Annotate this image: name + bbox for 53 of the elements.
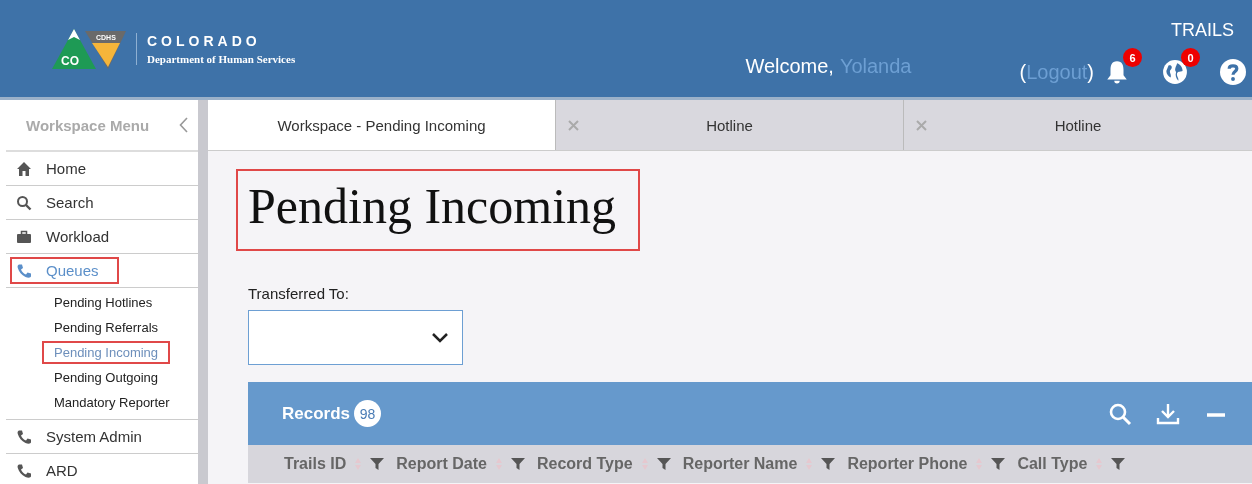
help-icon[interactable] — [1220, 59, 1246, 85]
close-icon[interactable] — [916, 119, 927, 131]
department-name: Department of Human Services — [147, 52, 296, 65]
phone-icon — [16, 462, 32, 479]
menu-item[interactable]: Search — [16, 191, 112, 214]
briefcase-icon — [16, 228, 32, 245]
bell-icon[interactable] — [1104, 59, 1130, 85]
home-icon — [16, 160, 32, 177]
menu-item[interactable]: System Admin — [16, 425, 160, 448]
page-title: Pending Incoming — [238, 171, 639, 249]
tab[interactable]: Hotline — [904, 100, 1252, 150]
search-icon[interactable] — [1108, 401, 1132, 426]
sidebar-title: Workspace Menu — [26, 116, 150, 134]
search-icon — [16, 194, 32, 211]
collapse-icon[interactable] — [179, 117, 188, 133]
close-icon[interactable] — [568, 119, 579, 131]
welcome-text: Welcome, — [745, 55, 834, 78]
message-badge: 0 — [1181, 48, 1200, 67]
column-header[interactable]: Record Type — [536, 455, 633, 473]
filter-icon[interactable] — [370, 457, 385, 471]
brand-name: COLORADO — [147, 32, 262, 49]
chevron-down-icon[interactable] — [432, 332, 448, 343]
filter-icon[interactable] — [821, 457, 836, 471]
column-header[interactable]: Reporter Name — [682, 455, 798, 473]
tab[interactable]: Workspace - Pending Incoming — [208, 100, 556, 150]
submenu-item[interactable]: Pending Referrals — [54, 318, 169, 337]
phone-icon — [16, 428, 32, 445]
submenu-item[interactable]: Pending Outgoing — [54, 368, 169, 387]
records-title: Records — [282, 403, 351, 424]
column-header[interactable]: Reporter Phone — [847, 455, 968, 473]
filter-icon[interactable] — [656, 457, 671, 471]
app-name: TRAILS — [1170, 20, 1234, 41]
menu-item[interactable]: ARD — [16, 459, 96, 482]
field-label: Transferred To: — [248, 285, 350, 302]
submenu-item[interactable]: Pending Incoming — [44, 343, 169, 362]
parenthesis: ( — [1019, 60, 1027, 84]
records-count: 98 — [354, 400, 382, 427]
parenthesis: ) — [1087, 60, 1094, 84]
globe-icon[interactable] — [1162, 59, 1188, 85]
download-icon[interactable] — [1156, 401, 1180, 426]
submenu-item[interactable]: Mandatory Reporter — [54, 393, 180, 412]
filter-icon[interactable] — [991, 457, 1006, 471]
submenu-item[interactable]: Pending Hotlines — [54, 293, 163, 312]
phone-icon — [16, 262, 32, 279]
notification-badge: 6 — [1123, 48, 1142, 67]
filter-icon[interactable] — [510, 457, 525, 471]
menu-item[interactable]: Workload — [16, 225, 128, 248]
tab[interactable]: Hotline — [556, 100, 904, 150]
filter-icon[interactable] — [1111, 457, 1126, 471]
column-header[interactable]: Call Type — [1017, 455, 1088, 473]
column-header[interactable]: Trails ID — [284, 455, 347, 473]
column-header[interactable]: Report Date — [396, 455, 487, 473]
menu-item[interactable]: Home — [16, 157, 104, 180]
